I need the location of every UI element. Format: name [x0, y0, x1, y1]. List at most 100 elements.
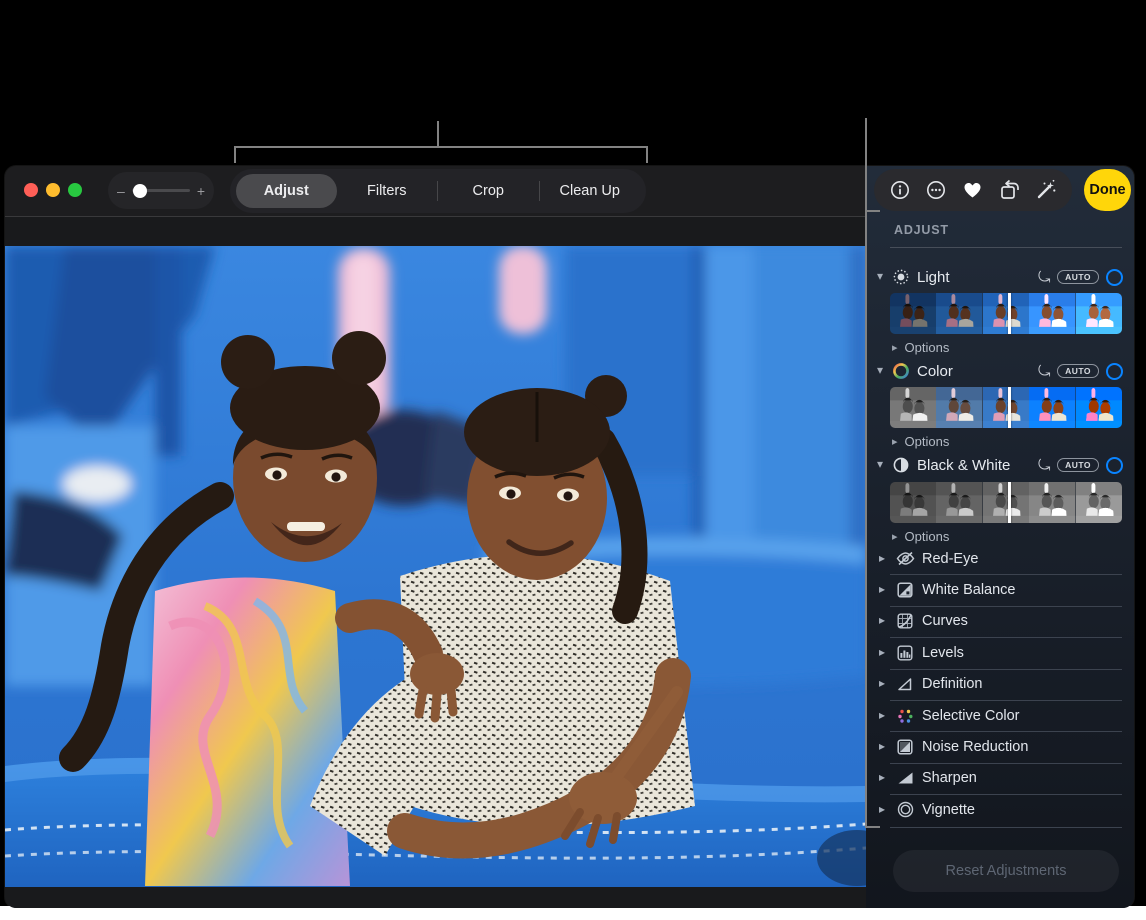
options-label: Options — [905, 340, 950, 355]
section-color-header[interactable]: ▾ Color ⤾ AUTO — [866, 360, 1134, 382]
zoom-slider-knob[interactable] — [133, 184, 147, 198]
strip-scrubber[interactable] — [1008, 387, 1011, 428]
strip-thumbnail[interactable] — [936, 293, 982, 334]
rotate-icon[interactable] — [999, 179, 1021, 201]
section-light-header[interactable]: ▾ Light ⤾ AUTO — [866, 266, 1134, 288]
auto-button[interactable]: AUTO — [1057, 364, 1099, 379]
color-thumbnail-strip[interactable] — [890, 387, 1122, 428]
photo-viewer — [5, 217, 866, 908]
tab-crop[interactable]: Crop — [438, 174, 539, 208]
definition-icon — [895, 677, 915, 692]
chevron-right-icon: ▸ — [879, 551, 893, 565]
light-options[interactable]: ▸ Options — [892, 338, 949, 356]
adjustment-row-noise-reduction[interactable]: ▸ Noise Reduction — [866, 731, 1134, 762]
undo-icon[interactable]: ⤾ — [1038, 364, 1051, 379]
photos-edit-window: – + Adjust Filters Crop Clean Up — [5, 166, 1134, 908]
adjustment-label: Sharpen — [922, 770, 977, 786]
chevron-right-icon: ▸ — [879, 676, 893, 690]
curves-icon — [895, 613, 915, 629]
undo-icon[interactable]: ⤾ — [1038, 270, 1051, 285]
noise-reduction-icon — [895, 739, 915, 755]
enabled-toggle-circle[interactable] — [1106, 457, 1123, 474]
auto-button[interactable]: AUTO — [1057, 458, 1099, 473]
strip-thumbnail[interactable] — [1076, 482, 1122, 523]
strip-thumbnail[interactable] — [983, 387, 1029, 428]
adjustment-row-sharpen[interactable]: ▸ Sharpen — [866, 763, 1134, 794]
strip-thumbnail[interactable] — [890, 387, 936, 428]
info-icon[interactable] — [889, 179, 911, 201]
reset-adjustments-button[interactable]: Reset Adjustments — [893, 850, 1119, 892]
vignette-icon — [895, 801, 915, 818]
adjustment-label: Curves — [922, 613, 968, 629]
strip-thumbnail[interactable] — [1029, 293, 1075, 334]
more-icon[interactable] — [925, 179, 947, 201]
chevron-right-icon: ▸ — [892, 435, 898, 448]
tab-adjust[interactable]: Adjust — [236, 174, 337, 208]
strip-scrubber[interactable] — [1008, 293, 1011, 334]
color-options[interactable]: ▸ Options — [892, 432, 949, 450]
tab-clean-up[interactable]: Clean Up — [540, 174, 641, 208]
divider — [890, 247, 1122, 248]
strip-thumbnail[interactable] — [936, 387, 982, 428]
chevron-right-icon: ▸ — [892, 530, 898, 543]
chevron-right-icon: ▸ — [879, 739, 893, 753]
strip-thumbnail[interactable] — [1076, 293, 1122, 334]
chevron-right-icon: ▸ — [879, 708, 893, 722]
auto-button[interactable]: AUTO — [1057, 270, 1099, 285]
adjustment-label: Vignette — [922, 802, 975, 818]
color-icon — [891, 362, 911, 380]
zoom-slider[interactable]: – + — [108, 172, 214, 209]
enabled-toggle-circle[interactable] — [1106, 363, 1123, 380]
black-white-thumbnail-strip[interactable] — [890, 482, 1122, 523]
strip-thumbnail[interactable] — [1029, 482, 1075, 523]
callout-stem-tabs — [437, 121, 439, 146]
divider — [890, 827, 1122, 828]
undo-icon[interactable]: ⤾ — [1038, 458, 1051, 473]
callout-tick-top — [867, 210, 880, 212]
section-black-white-header[interactable]: ▾ Black & White ⤾ AUTO — [866, 454, 1134, 476]
adjustment-row-levels[interactable]: ▸ Levels — [866, 637, 1134, 668]
strip-thumbnail[interactable] — [890, 482, 936, 523]
chevron-down-icon[interactable]: ▾ — [877, 363, 891, 377]
adjustment-label: Noise Reduction — [922, 739, 1028, 755]
strip-scrubber[interactable] — [1008, 482, 1011, 523]
auto-enhance-icon[interactable] — [1035, 179, 1057, 201]
adjustment-row-definition[interactable]: ▸ Definition — [866, 669, 1134, 700]
white-balance-icon — [895, 582, 915, 598]
callout-tick-bottom — [867, 826, 880, 828]
adjustment-label: Red-Eye — [922, 551, 978, 567]
chevron-right-icon: ▸ — [879, 582, 893, 596]
chevron-right-icon: ▸ — [879, 770, 893, 784]
light-thumbnail-strip[interactable] — [890, 293, 1122, 334]
callout-line-sidebar — [865, 118, 867, 828]
zoom-out-icon[interactable]: – — [117, 184, 125, 198]
section-label: Color — [917, 363, 953, 380]
adjustment-row-selective-color[interactable]: ▸ Selective Color — [866, 700, 1134, 731]
strip-thumbnail[interactable] — [936, 482, 982, 523]
page-background — [0, 906, 1146, 920]
strip-thumbnail[interactable] — [983, 293, 1029, 334]
minimize-window-button[interactable] — [46, 183, 60, 197]
chevron-down-icon[interactable]: ▾ — [877, 269, 891, 283]
adjustment-label: Selective Color — [922, 708, 1020, 724]
adjustment-row-vignette[interactable]: ▸ Vignette — [866, 794, 1134, 825]
strip-thumbnail[interactable] — [983, 482, 1029, 523]
close-window-button[interactable] — [24, 183, 38, 197]
adjustment-row-white-balance[interactable]: ▸ White Balance — [866, 574, 1134, 605]
favorite-icon[interactable] — [962, 179, 984, 201]
adjustment-row-curves[interactable]: ▸ Curves — [866, 606, 1134, 637]
chevron-right-icon: ▸ — [892, 341, 898, 354]
chevron-down-icon[interactable]: ▾ — [877, 457, 891, 471]
zoom-slider-track[interactable] — [132, 189, 190, 192]
chevron-right-icon: ▸ — [879, 645, 893, 659]
adjustment-row-red-eye[interactable]: ▸ Red-Eye — [866, 543, 1134, 574]
strip-thumbnail[interactable] — [1076, 387, 1122, 428]
tab-filters[interactable]: Filters — [337, 174, 438, 208]
zoom-in-icon[interactable]: + — [197, 184, 205, 198]
strip-thumbnail[interactable] — [890, 293, 936, 334]
done-button[interactable]: Done — [1084, 169, 1131, 211]
zoom-window-button[interactable] — [68, 183, 82, 197]
enabled-toggle-circle[interactable] — [1106, 269, 1123, 286]
adjustment-list: ▸ Red-Eye ▸ White Balance ▸ Curves — [866, 543, 1134, 826]
strip-thumbnail[interactable] — [1029, 387, 1075, 428]
